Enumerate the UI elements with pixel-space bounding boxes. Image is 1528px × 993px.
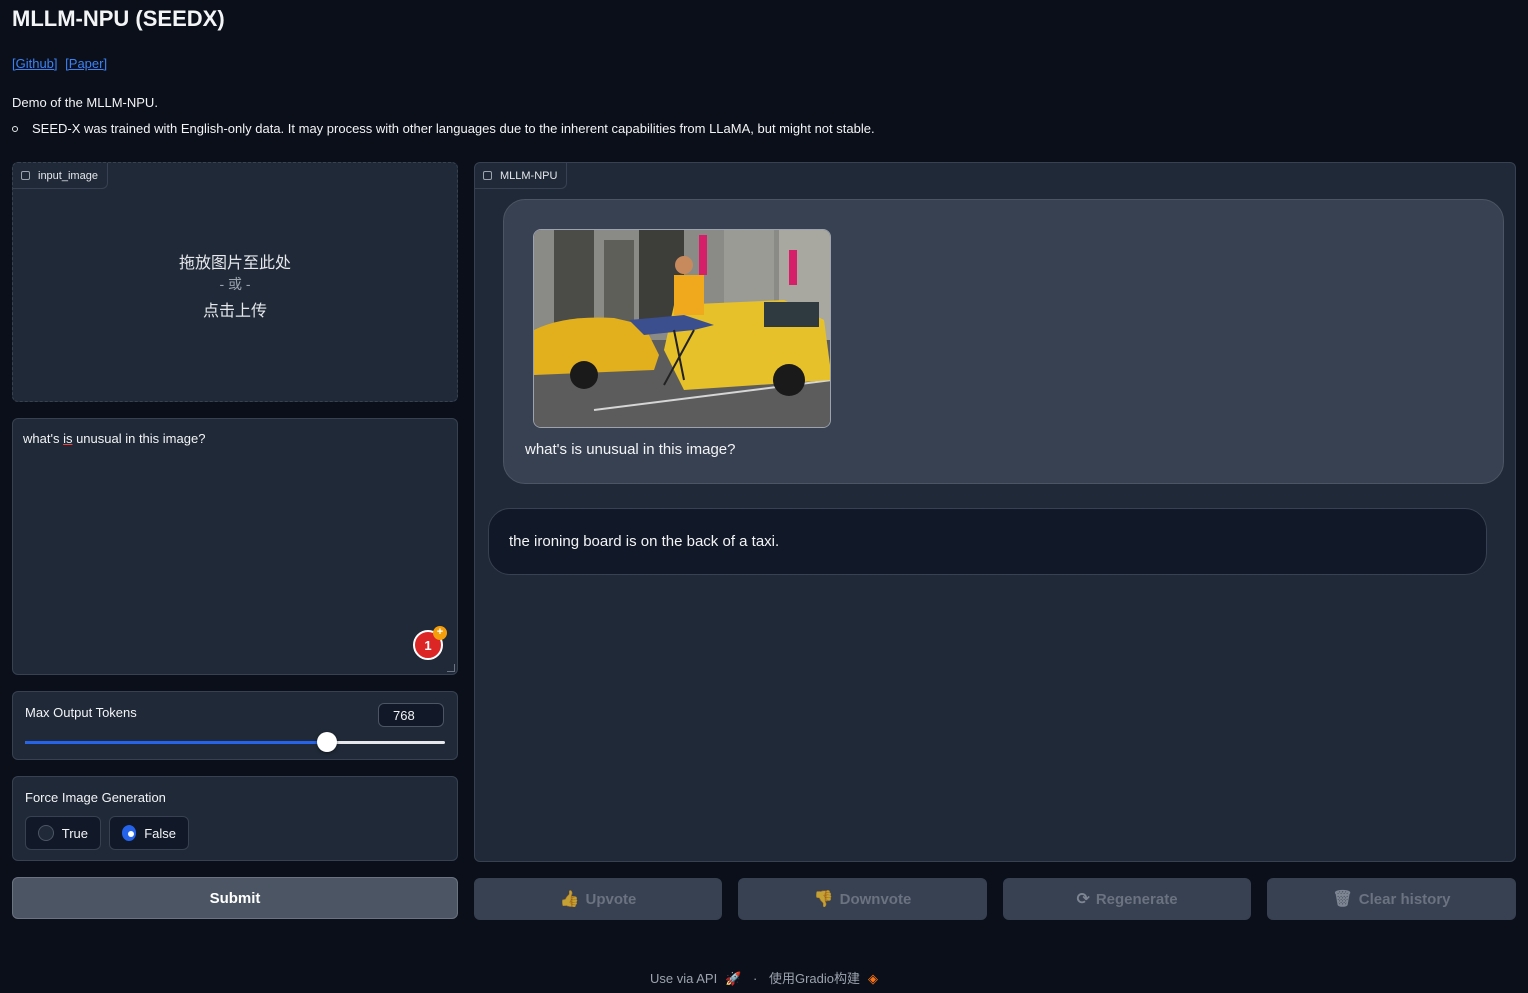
image-icon [21,171,30,180]
refresh-icon: ⟳ [1076,891,1090,908]
trash-icon: 🗑 [1332,891,1353,908]
links-row: [Github] [Paper] [12,56,111,71]
user-message-text: what's is unusual in this image? [525,441,736,458]
built-with-gradio-link[interactable]: 使用Gradio构建 [769,971,860,986]
bullet-icon [12,125,18,132]
resize-handle[interactable] [447,664,455,672]
app-page: MLLM-NPU (SEEDX) [Github] [Paper] Demo o… [0,0,1528,993]
chatbot-panel: MLLM-NPU what's is unusual in this image… [474,162,1516,862]
thumbs-up-icon: 👍 [559,891,580,908]
max-tokens-slider-block: Max Output Tokens 768 [12,691,458,760]
upvote-button[interactable]: 👍 Upvote [474,878,722,920]
demo-description: Demo of the MLLM-NPU. [12,95,158,110]
radio-dot-true [38,825,54,841]
taxi-ironing-photo[interactable] [533,229,831,428]
prompt-value[interactable]: what's is unusual in this image? [23,431,205,446]
footer-separator: · [753,971,758,986]
chatbot-label: MLLM-NPU [475,163,568,189]
radio-true[interactable]: True [25,816,101,850]
github-link[interactable]: [Github] [12,56,58,71]
rocket-icon: 🚀 [725,971,742,986]
slider-track[interactable] [25,732,445,752]
force-image-label: Force Image Generation [25,790,166,805]
grammar-check-icon[interactable]: 1 + [413,626,447,660]
drop-text: 拖放图片至此处 [178,255,291,272]
bot-message-text: the ironing board is on the back of a ta… [509,533,780,550]
bot-message-bubble: the ironing board is on the back of a ta… [488,508,1487,575]
paper-link[interactable]: [Paper] [65,56,107,71]
language-note: SEED-X was trained with English-only dat… [12,121,875,136]
click-upload-text: 点击上传 [202,303,267,320]
radio-false[interactable]: False [109,816,189,850]
regenerate-button[interactable]: ⟳ Regenerate [1003,878,1251,920]
prompt-textbox[interactable]: what's is unusual in this image? 1 + [12,418,458,675]
force-image-block: Force Image Generation True False [12,776,458,861]
clear-history-button[interactable]: 🗑 Clear history [1267,878,1516,920]
downvote-button[interactable]: 👎 Downvote [738,878,987,920]
radio-dot-false [122,825,137,841]
gradio-logo-icon: ◈ [868,971,878,986]
note-text: SEED-X was trained with English-only dat… [32,121,875,136]
input-image-label: input_image [13,163,108,189]
max-tokens-number-input[interactable]: 768 [378,703,444,727]
slider-fill [25,741,328,744]
use-via-api-link[interactable]: Use via API [650,971,717,986]
page-title: MLLM-NPU (SEEDX) [12,6,225,31]
thumbs-down-icon: 👎 [813,891,834,908]
max-tokens-label: Max Output Tokens [25,705,137,720]
slider-thumb[interactable] [317,732,338,752]
user-message-bubble: what's is unusual in this image? [503,199,1504,484]
footer: Use via API 🚀 · 使用Gradio构建 ◈ [0,968,1528,987]
or-text: - 或 - [219,276,251,292]
image-upload-area[interactable]: input_image 拖放图片至此处 - 或 - 点击上传 [12,162,458,402]
chat-icon [483,171,492,180]
submit-button[interactable]: Submit [12,877,458,919]
plus-icon: + [433,626,447,640]
